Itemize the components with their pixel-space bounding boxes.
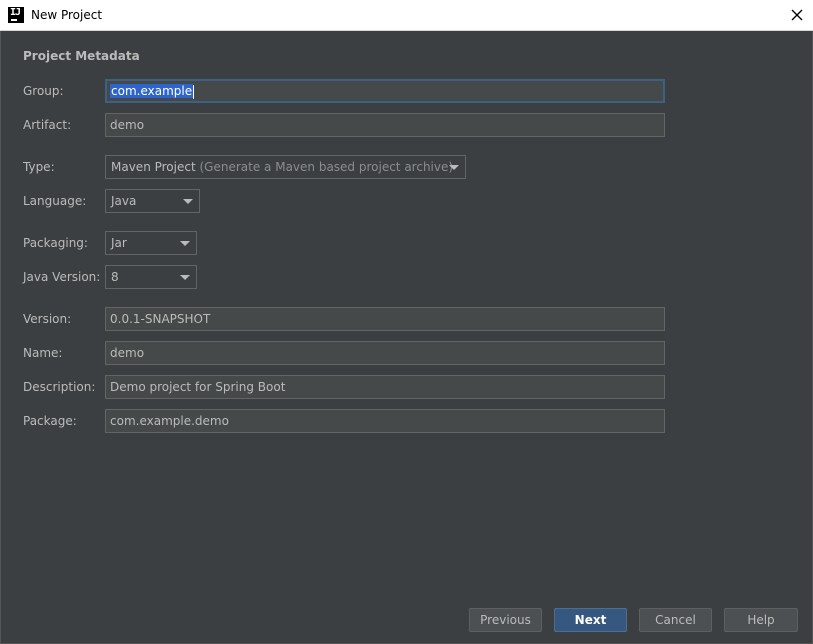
java-version-dropdown[interactable]: 8 [105, 265, 197, 289]
next-button[interactable]: Next [554, 608, 627, 632]
packaging-value: Jar [111, 236, 127, 250]
name-label: Name: [23, 346, 63, 360]
chevron-down-icon [183, 199, 193, 204]
description-field[interactable]: Demo project for Spring Boot [105, 375, 665, 399]
java-version-label: Java Version: [23, 270, 101, 284]
close-icon [791, 9, 803, 21]
group-field[interactable]: com.example [105, 79, 665, 103]
version-field[interactable]: 0.0.1-SNAPSHOT [105, 307, 665, 331]
chevron-down-icon [180, 275, 190, 280]
language-dropdown[interactable]: Java [105, 189, 200, 213]
window-title: New Project [31, 8, 103, 22]
language-value: Java [111, 194, 137, 208]
group-label: Group: [23, 84, 64, 98]
artifact-label: Artifact: [23, 118, 72, 132]
close-button[interactable] [786, 5, 808, 27]
language-label: Language: [23, 194, 87, 208]
chevron-down-icon [449, 165, 459, 170]
title-bar: IJ New Project [0, 0, 813, 31]
type-hint: (Generate a Maven based project archive) [199, 160, 454, 174]
packaging-dropdown[interactable]: Jar [105, 231, 197, 255]
section-title: Project Metadata [23, 49, 140, 63]
type-label: Type: [23, 160, 55, 174]
package-label: Package: [23, 414, 77, 428]
intellij-idea-icon: IJ [8, 7, 24, 23]
previous-button[interactable]: Previous [469, 608, 542, 632]
type-value: Maven Project [111, 160, 196, 174]
packaging-label: Packaging: [23, 236, 88, 250]
package-field[interactable]: com.example.demo [105, 409, 665, 433]
chevron-down-icon [180, 241, 190, 246]
cancel-button[interactable]: Cancel [639, 608, 712, 632]
help-button[interactable]: Help [724, 608, 798, 632]
description-label: Description: [23, 380, 96, 394]
type-dropdown[interactable]: Maven Project (Generate a Maven based pr… [105, 155, 466, 179]
group-value: com.example [110, 84, 194, 98]
name-field[interactable]: demo [105, 341, 665, 365]
version-label: Version: [23, 312, 72, 326]
artifact-field[interactable]: demo [105, 113, 665, 137]
java-version-value: 8 [111, 270, 119, 284]
text-caret [193, 84, 195, 99]
